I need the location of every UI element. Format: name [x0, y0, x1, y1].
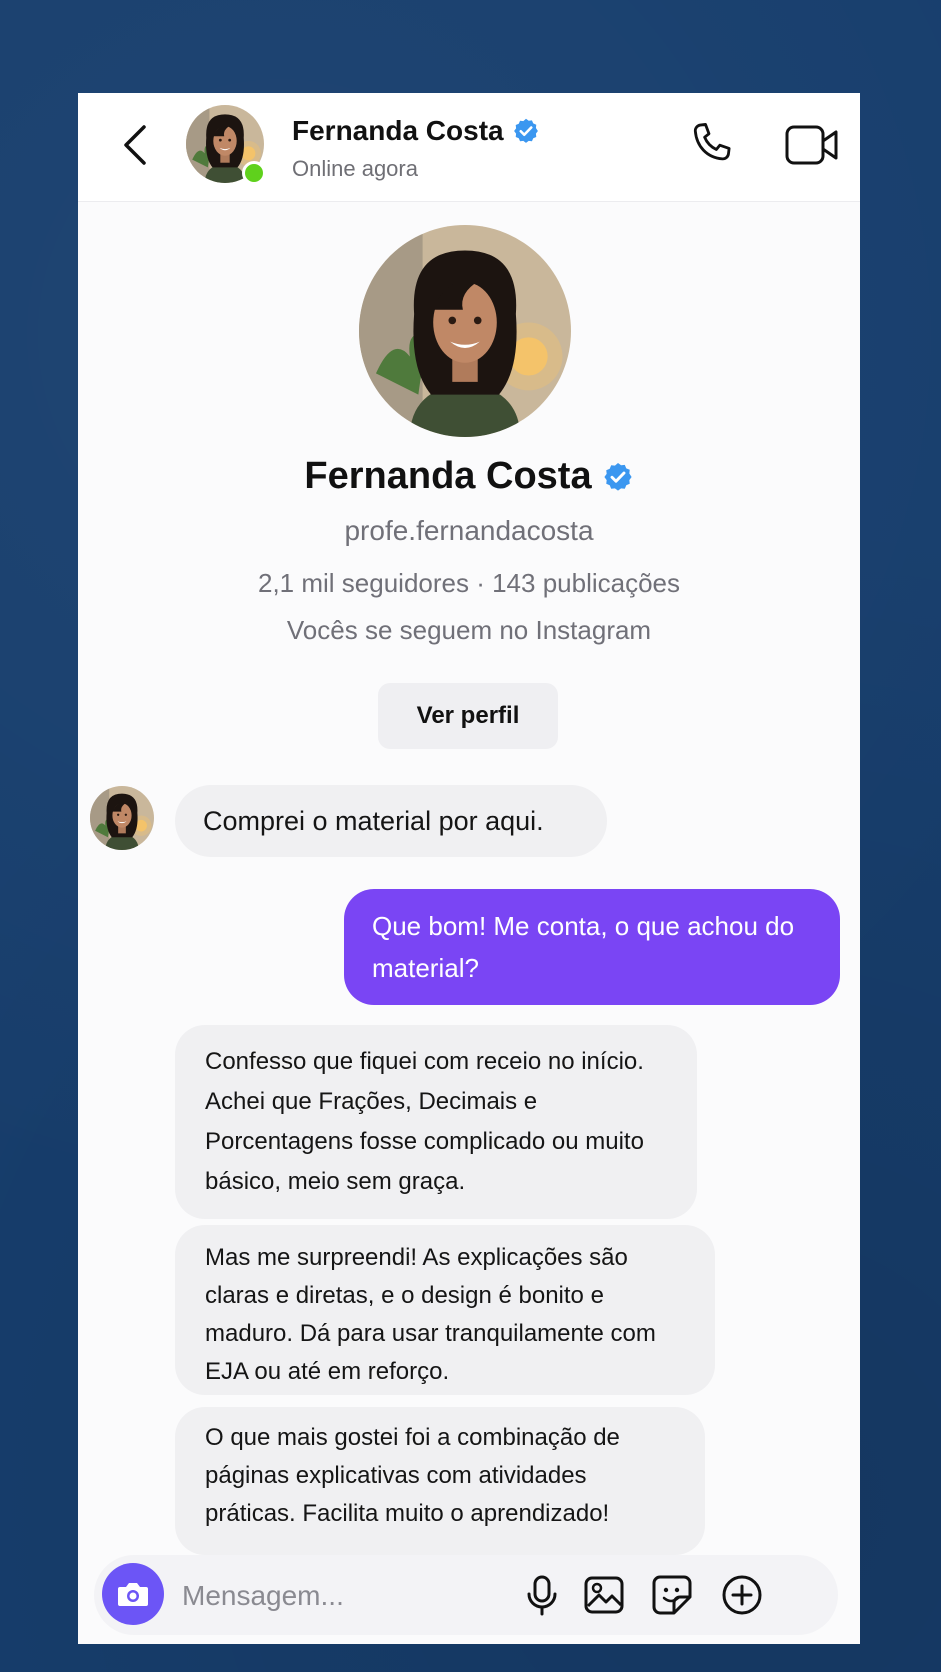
plus-circle-icon[interactable]	[720, 1573, 764, 1617]
profile-avatar[interactable]	[359, 225, 571, 437]
message-bubble-incoming[interactable]: Confesso que fiquei com receio no início…	[175, 1025, 697, 1219]
chat-header: Fernanda Costa Online agora	[78, 93, 860, 202]
chat-window: Fernanda Costa Online agora Fernanda Cos…	[78, 93, 860, 1644]
message-bubble-incoming[interactable]: O que mais gostei foi a combinação de pá…	[175, 1407, 705, 1555]
sender-avatar[interactable]	[90, 786, 154, 850]
profile-mutual-follow: Vocês se seguem no Instagram	[286, 615, 652, 645]
profile-handle: profe.fernandacosta	[344, 515, 594, 546]
video-camera-icon[interactable]	[784, 121, 840, 169]
image-icon[interactable]	[582, 1573, 626, 1617]
message-bubble-incoming[interactable]: Mas me surpreendi! As explicações são cl…	[175, 1225, 715, 1395]
profile-name: Fernanda Costa	[304, 455, 592, 497]
header-contact-name[interactable]: Fernanda Costa	[292, 115, 504, 147]
message-composer	[94, 1555, 838, 1635]
message-bubble-outgoing[interactable]: Que bom! Me conta, o que achou do materi…	[344, 889, 840, 1005]
message-input[interactable]	[180, 1569, 484, 1623]
profile-stats: 2,1 mil seguidores · 143 publicações	[257, 568, 681, 598]
message-bubble-incoming[interactable]: Comprei o material por aqui.	[175, 785, 607, 857]
header-avatar[interactable]	[186, 105, 266, 185]
header-status: Online agora	[292, 156, 418, 181]
microphone-icon[interactable]	[520, 1573, 564, 1617]
verified-badge-icon	[512, 117, 540, 145]
back-arrow-icon[interactable]	[116, 119, 156, 171]
phone-icon[interactable]	[686, 119, 738, 171]
camera-icon[interactable]	[102, 1563, 164, 1625]
verified-badge-icon	[602, 461, 634, 493]
sticker-icon[interactable]	[650, 1573, 694, 1617]
view-profile-button[interactable]: Ver perfil	[378, 683, 558, 749]
online-indicator	[242, 161, 266, 185]
